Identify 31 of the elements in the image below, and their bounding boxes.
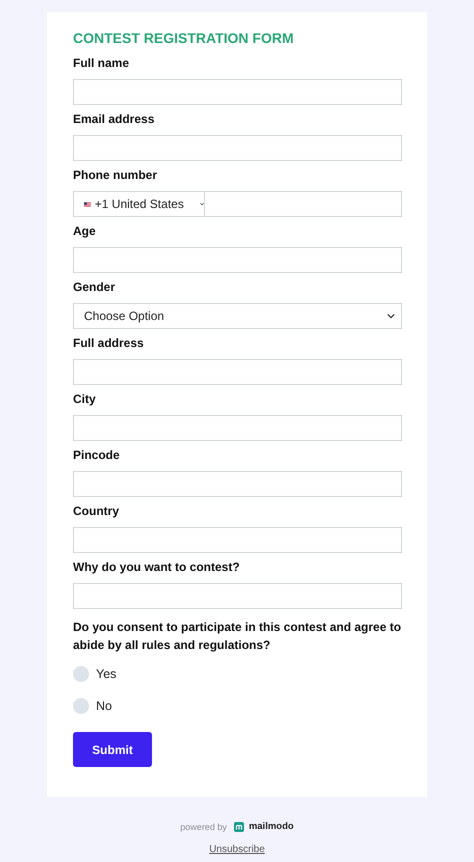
field-label: Gender (73, 280, 116, 295)
input-field[interactable] (73, 359, 402, 385)
field-label: Full address (73, 336, 145, 351)
input-field[interactable] (73, 135, 402, 161)
input-field[interactable] (73, 583, 402, 609)
field-label: City (73, 392, 97, 407)
input-field[interactable] (73, 247, 402, 273)
field-label: Phone number (73, 168, 158, 183)
field-label: Country (73, 504, 120, 519)
field-label: Age (73, 224, 97, 239)
form-title: CONTEST REGISTRATION FORM (73, 30, 295, 46)
input-field[interactable] (73, 471, 402, 497)
question-label: Do you consent to participate in this contest and agree to abide by all rules and regulations? (73, 619, 402, 654)
input-field[interactable] (73, 527, 402, 553)
radio-option[interactable]: Yes (73, 666, 116, 682)
submit-button[interactable]: Submit (73, 732, 152, 767)
field-label: Email address (73, 112, 156, 127)
input-field[interactable] (73, 79, 402, 105)
chevron-down-icon (387, 313, 395, 319)
field-label: Why do you want to contest? (73, 560, 241, 575)
unsubscribe-link[interactable]: Unsubscribe (209, 844, 265, 855)
logo-icon (234, 822, 244, 832)
field-label: Pincode (73, 448, 121, 463)
radio-button[interactable] (73, 666, 89, 682)
field-label: Full name (73, 56, 130, 71)
brand-name: mailmodo (248, 821, 294, 832)
input-field[interactable] (73, 415, 402, 441)
radio-button[interactable] (73, 698, 89, 714)
radio-option[interactable]: No (73, 698, 112, 714)
gender-select[interactable]: Choose Option (73, 303, 402, 329)
powered-by-text: powered by (180, 822, 227, 832)
